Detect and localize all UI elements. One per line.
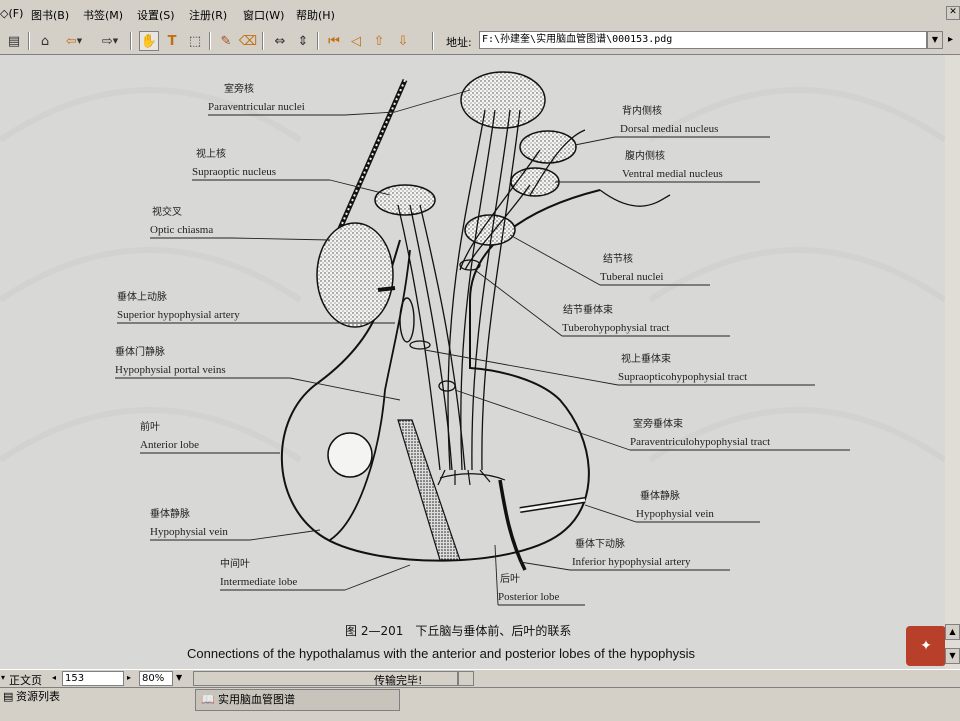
address-label: 地址: — [446, 36, 472, 49]
toolbar-separator — [317, 32, 319, 50]
label-cn-superior-artery: 垂体上动脉 — [117, 290, 167, 303]
menu-bar: ◇(F) 图书(B) 书签(M) 设置(S) 注册(R) 窗口(W) 帮助(H)… — [0, 0, 960, 28]
label-cn-paraventriculohypophysial: 室旁垂体束 — [633, 417, 683, 430]
label-cn-intermediate-lobe: 中间叶 — [220, 557, 250, 570]
prev-page-icon[interactable]: ◁ — [346, 31, 366, 51]
back-arrow-icon[interactable]: ⇦ ▼ — [60, 31, 88, 51]
first-page-icon[interactable]: ⏮ — [324, 31, 344, 51]
label-en-optic-chiasma: Optic chiasma — [150, 224, 213, 236]
label-cn-inferior-artery: 垂体下动脉 — [575, 537, 625, 550]
toolbar-overflow-icon[interactable]: ▸ — [948, 34, 953, 45]
intermediate-lobe — [397, 419, 461, 561]
toolbar-separator — [209, 32, 211, 50]
supraoptic-nucleus — [374, 184, 436, 216]
document-tab-label: 实用脑血管图谱 — [218, 693, 295, 706]
page-mode[interactable]: 正文页 — [9, 672, 42, 688]
window-close-icon[interactable]: ✕ — [946, 6, 960, 20]
label-cn-anterior-lobe: 前叶 — [140, 420, 160, 433]
label-en-ventral-medial: Ventral medial nucleus — [622, 168, 723, 180]
book-icon: 📖 — [201, 693, 215, 706]
resource-list-tab[interactable]: 资源列表 — [0, 689, 136, 705]
anatomy-figure: 室旁核 Paraventricular nuclei 视上核 Supraopti… — [0, 71, 945, 661]
label-cn-optic-chiasma: 视交叉 — [152, 205, 182, 218]
prev-page-arrow-icon[interactable]: ◂ — [52, 673, 56, 682]
label-cn-dorsal-medial: 背内侧核 — [622, 104, 662, 117]
label-en-tuberal: Tuberal nuclei — [600, 271, 663, 283]
text-tool-icon[interactable]: T — [162, 31, 182, 51]
label-en-hypophysial-vein-right: Hypophysial vein — [636, 508, 714, 520]
scroll-up-icon[interactable]: ▲ — [945, 624, 960, 640]
label-cn-tuberal: 结节核 — [603, 252, 633, 265]
toolbar-separator — [432, 32, 434, 50]
page-mode-dropdown-icon[interactable]: ▾ — [1, 673, 5, 682]
page-icon[interactable]: ▤ — [4, 31, 24, 51]
label-en-supraopticohypophysial: Supraopticohypophysial tract — [618, 371, 747, 383]
label-cn-posterior-lobe: 后叶 — [500, 573, 520, 585]
paraventricular-nucleus — [460, 71, 546, 129]
address-dropdown-icon[interactable]: ▼ — [927, 31, 943, 49]
toolbar-separator — [262, 32, 264, 50]
toolbar-separator — [28, 32, 30, 50]
label-en-posterior-lobe: Posterior lobe — [498, 591, 560, 603]
zoom-select[interactable]: 80% — [139, 671, 173, 686]
label-en-portal-veins: Hypophysial portal veins — [115, 364, 226, 376]
label-en-intermediate-lobe: Intermediate lobe — [220, 576, 297, 588]
fit-width-icon[interactable]: ⇔ — [270, 31, 290, 51]
address-input[interactable]: F:\孙建奎\实用脑血管图谱\000153.pdg — [479, 31, 927, 49]
figure-caption-cn: 图 2—201 下丘脑与垂体前、后叶的联系 — [345, 623, 571, 638]
menu-window[interactable]: 窗口(W) — [243, 7, 284, 23]
zoom-dropdown-icon[interactable]: ▼ — [176, 673, 182, 682]
label-cn-paraventricular: 室旁核 — [224, 82, 254, 95]
menu-file[interactable]: ◇(F) — [0, 7, 23, 20]
document-tab[interactable]: 📖 实用脑血管图谱 — [195, 689, 400, 711]
vertical-scrollbar[interactable]: ▲ ▼ — [945, 55, 960, 669]
label-cn-supraoptic: 视上核 — [196, 147, 226, 160]
figure-caption-en: Connections of the hypothalamus with the… — [187, 646, 696, 661]
label-en-hypophysial-vein-left: Hypophysial vein — [150, 526, 228, 538]
scroll-down-icon[interactable]: ▼ — [945, 648, 960, 664]
forward-arrow-icon[interactable]: ⇨ ▼ — [96, 31, 124, 51]
document-viewer[interactable]: 室旁核 Paraventricular nuclei 视上核 Supraopti… — [0, 55, 945, 669]
hand-tool-icon[interactable]: ✋ — [139, 31, 159, 51]
label-en-inferior-artery: Inferior hypophysial artery — [572, 556, 691, 568]
menu-register[interactable]: 注册(R) — [189, 7, 227, 23]
toolbar-separator — [130, 32, 132, 50]
label-en-superior-artery: Superior hypophysial artery — [117, 309, 240, 321]
label-en-paraventricular: Paraventricular nuclei — [208, 101, 305, 113]
label-en-anterior-lobe: Anterior lobe — [140, 439, 199, 451]
fit-height-icon[interactable]: ⇕ — [293, 31, 313, 51]
bottom-panel: ▤ 资源列表 📖 实用脑血管图谱 — [0, 687, 960, 721]
label-cn-ventral-medial: 腹内侧核 — [625, 149, 665, 162]
label-cn-supraopticohypophysial: 视上垂体束 — [621, 352, 671, 365]
label-cn-hypophysial-vein-right: 垂体静脉 — [640, 489, 680, 502]
up-icon[interactable]: ⇧ — [369, 31, 389, 51]
label-en-tuberohypophysial: Tuberohypophysial tract — [562, 322, 669, 334]
label-en-paraventriculohypophysial: Paraventriculohypophysial tract — [630, 436, 770, 448]
highlight-icon[interactable]: ✎ — [216, 31, 236, 51]
toolbar: ▤ ⌂ ⇦ ▼ ⇨ ▼ ✋ T ⬚ ✎ ⌫ ⇔ ⇕ ⏮ ◁ ⇧ ⇩ 地址: F:\孙… — [0, 28, 960, 55]
app-logo-icon: ✦ — [906, 626, 945, 666]
menu-book[interactable]: 图书(B) — [31, 7, 69, 23]
label-cn-hypophysial-vein-left: 垂体静脉 — [150, 507, 190, 520]
select-tool-icon[interactable]: ⬚ — [185, 31, 205, 51]
menu-help[interactable]: 帮助(H) — [296, 7, 335, 23]
label-en-supraoptic: Supraoptic nucleus — [192, 166, 276, 178]
label-cn-portal-veins: 垂体门静脉 — [115, 345, 165, 358]
menu-settings[interactable]: 设置(S) — [137, 7, 175, 23]
ventral-medial-nucleus — [510, 167, 560, 197]
dorsal-medial-nucleus — [519, 130, 577, 164]
label-en-dorsal-medial: Dorsal medial nucleus — [620, 123, 718, 135]
optic-chiasma — [316, 222, 394, 328]
label-cn-tuberohypophysial: 结节垂体束 — [563, 303, 613, 316]
status-indicator — [458, 671, 474, 686]
status-message: 传输完毕! — [374, 674, 423, 687]
next-page-arrow-icon[interactable]: ▸ — [127, 673, 131, 682]
page-number-input[interactable]: 153 — [62, 671, 124, 686]
home-icon[interactable]: ⌂ — [35, 31, 55, 51]
down-icon[interactable]: ⇩ — [393, 31, 413, 51]
eraser-icon[interactable]: ⌫ — [238, 31, 258, 51]
status-bar: ▾ 正文页 ◂ 153 ▸ 80% ▼ 传输完毕! — [0, 669, 960, 688]
menu-bookmarks[interactable]: 书签(M) — [83, 7, 123, 23]
